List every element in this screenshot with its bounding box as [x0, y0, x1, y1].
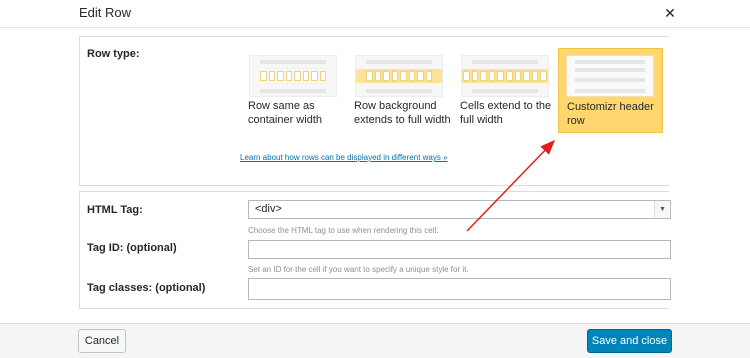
row-type-caption: Row same as container width: [248, 100, 322, 126]
row-type-caption: Cells extend to the full width: [460, 100, 552, 126]
row-type-option-background-full[interactable]: Row background extends to full width: [354, 48, 460, 126]
row-layout-thumbnail: [249, 55, 337, 97]
row-type-option-cells-full[interactable]: Cells extend to the full width: [460, 48, 566, 126]
tag-classes-input[interactable]: [248, 278, 671, 300]
row-type-option-customizr-header[interactable]: Customizr header row: [558, 48, 663, 133]
html-tag-select[interactable]: <div> ▼: [248, 200, 671, 219]
learn-more-link[interactable]: Learn about how rows can be displayed in…: [240, 153, 448, 162]
chevron-down-icon[interactable]: ▼: [654, 201, 670, 218]
tag-classes-label: Tag classes: (optional): [87, 282, 206, 294]
close-icon[interactable]: ✕: [660, 3, 680, 23]
modal-title: Edit Row: [79, 5, 132, 20]
modal-header: Edit Row: [0, 0, 750, 28]
html-tag-label: HTML Tag:: [87, 204, 143, 216]
row-type-caption: Row background extends to full width: [354, 100, 451, 126]
row-layout-thumbnail: [566, 55, 654, 97]
row-type-caption: Customizr header row: [567, 101, 654, 127]
row-type-label: Row type:: [87, 48, 140, 60]
row-layout-thumbnail: [461, 55, 549, 97]
tag-id-label: Tag ID: (optional): [87, 242, 177, 254]
tag-id-help: Set an ID for the cell if you want to sp…: [248, 265, 469, 274]
html-tag-selected-value: <div>: [255, 203, 282, 215]
tag-id-input[interactable]: [248, 240, 671, 259]
save-and-close-button[interactable]: Save and close: [587, 329, 672, 353]
html-tag-help: Choose the HTML tag to use when renderin…: [248, 226, 439, 235]
row-type-option-container-width[interactable]: Row same as container width: [248, 48, 354, 126]
cancel-button[interactable]: Cancel: [78, 329, 126, 353]
row-layout-thumbnail: [355, 55, 443, 97]
